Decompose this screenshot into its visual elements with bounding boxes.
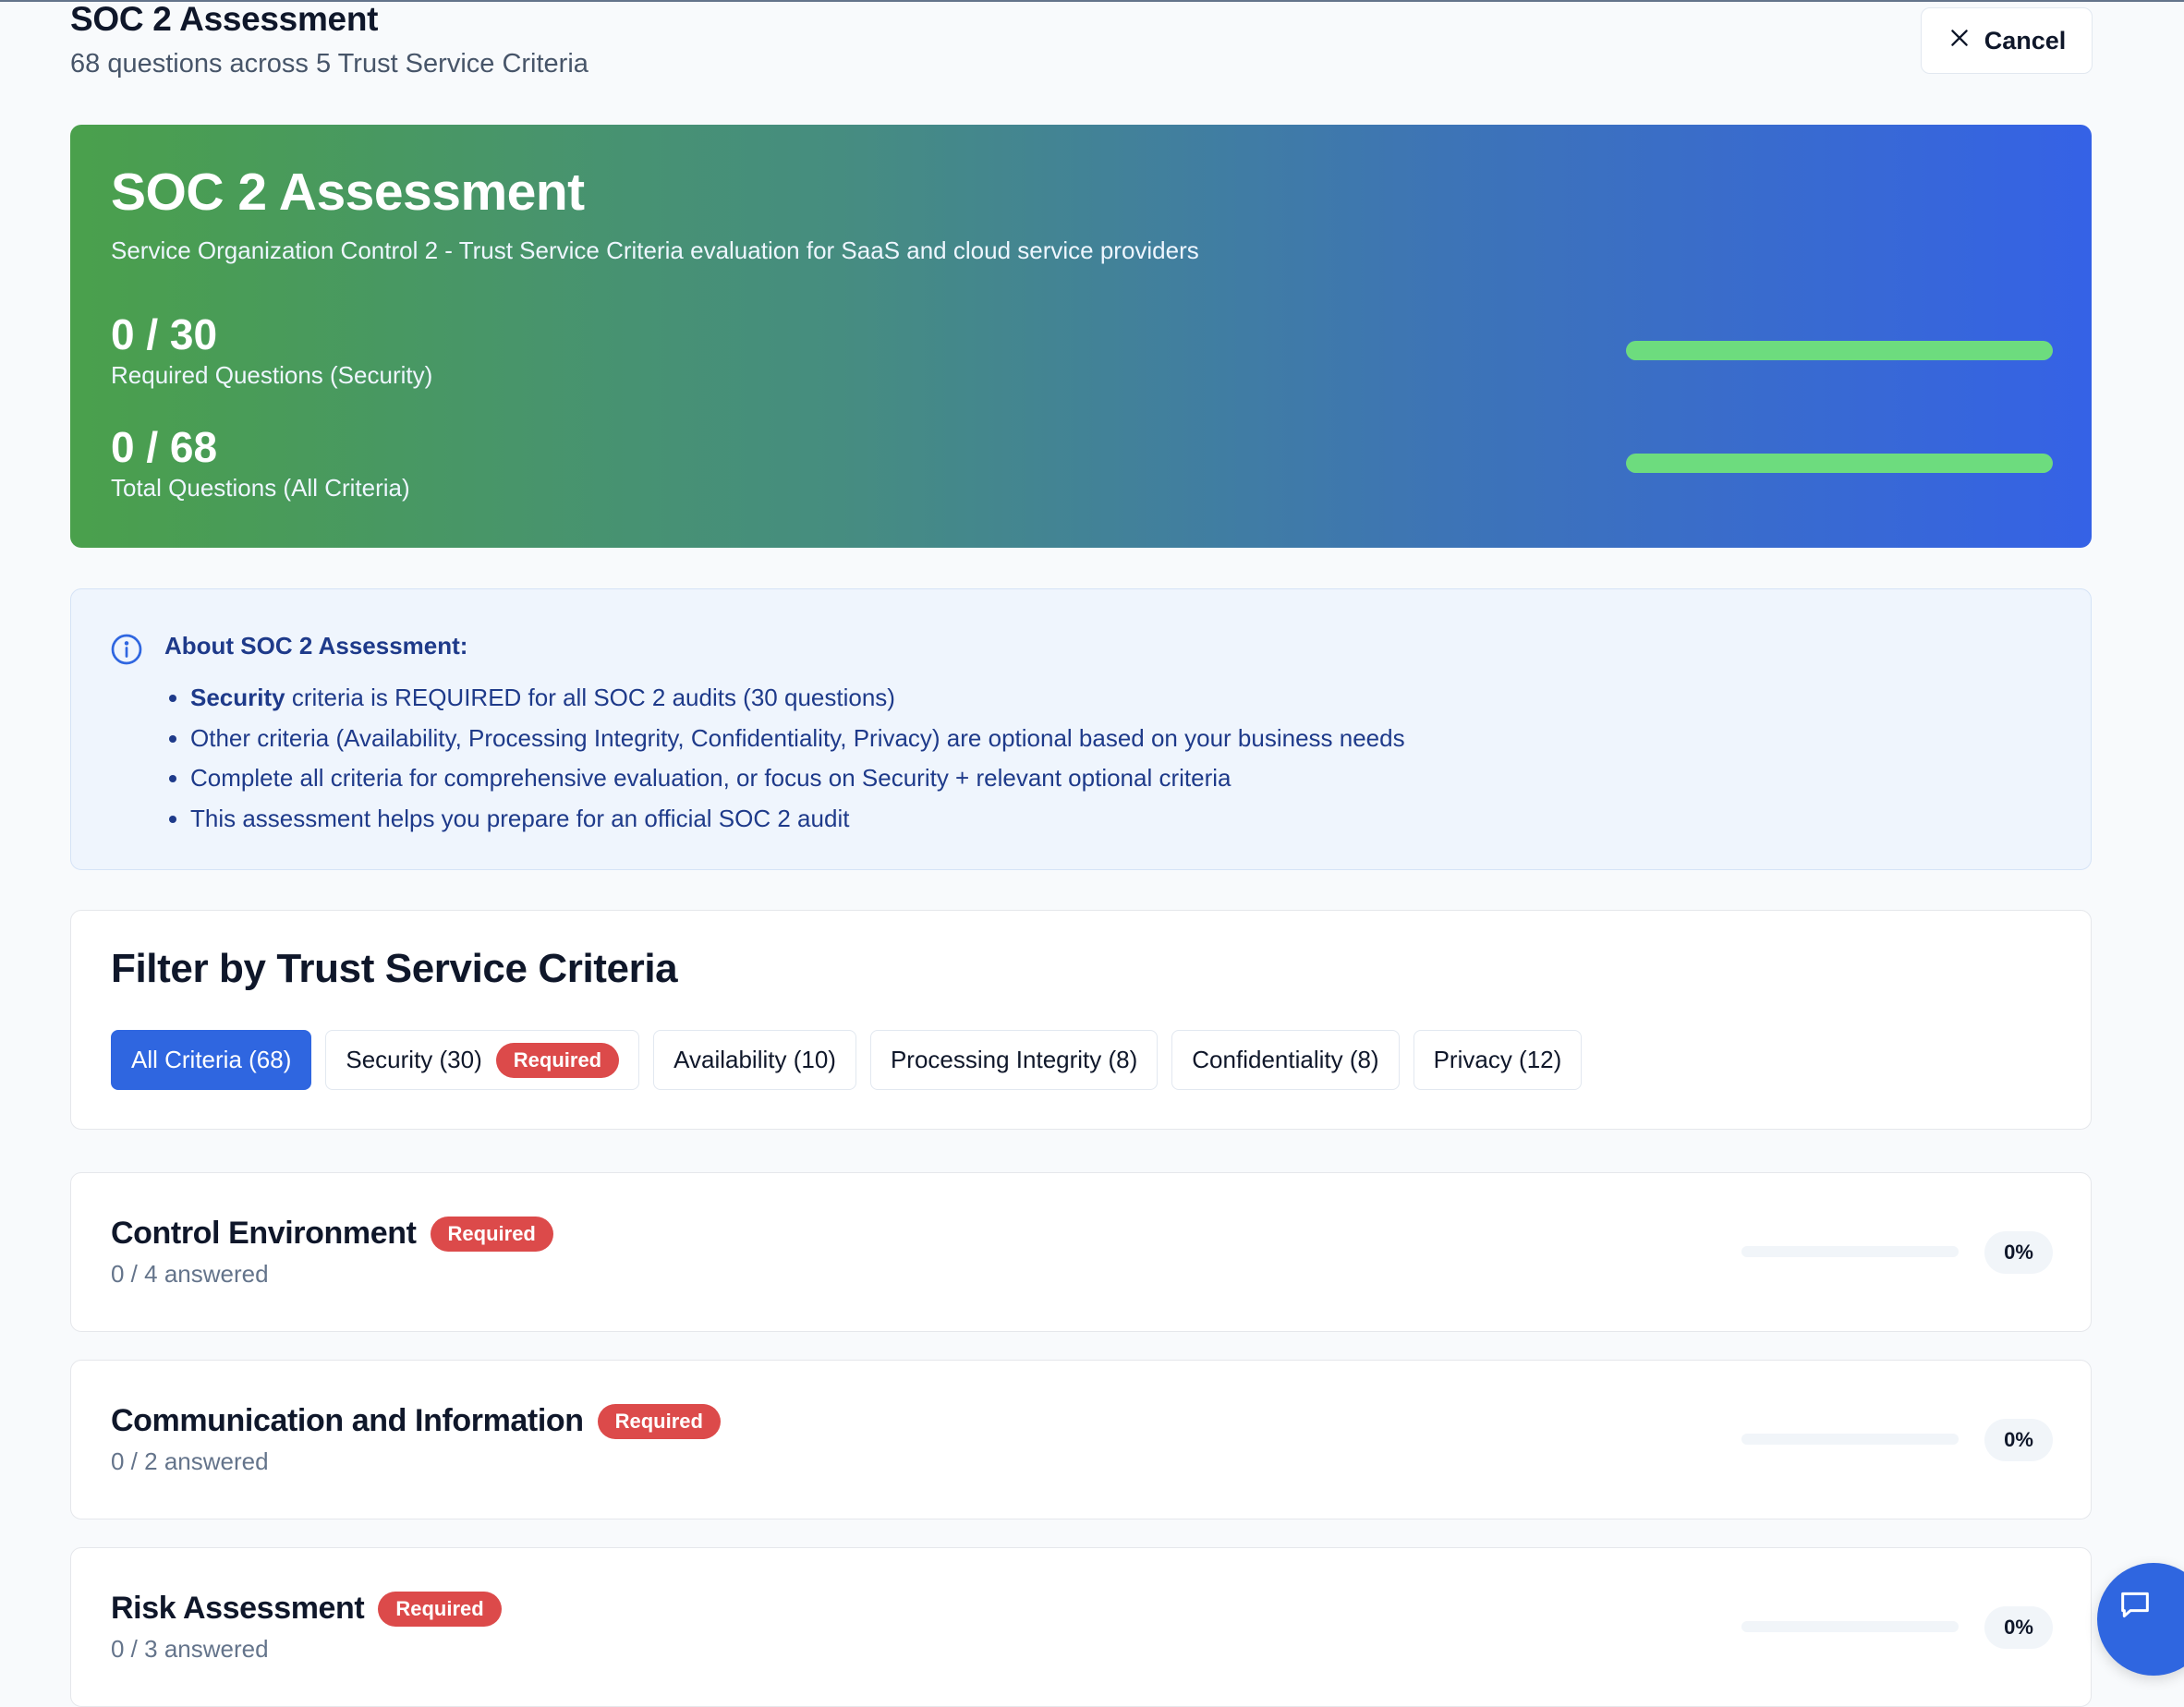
required-questions-progress-bar — [1626, 341, 2053, 360]
filter-chip-availability[interactable]: Availability (10) — [653, 1030, 856, 1090]
section-percent-badge: 0% — [1984, 1231, 2053, 1274]
info-list-item: Other criteria (Availability, Processing… — [190, 719, 1405, 759]
close-icon — [1947, 26, 1972, 56]
section-progress-bar — [1741, 1434, 1959, 1445]
assessment-hero-card: SOC 2 Assessment Service Organization Co… — [70, 125, 2092, 548]
filter-chip-label: Confidentiality (8) — [1192, 1046, 1379, 1073]
section-progress-bar — [1741, 1621, 1959, 1632]
required-questions-count: 0 / 30 — [111, 310, 218, 358]
filter-chip-label: All Criteria (68) — [131, 1046, 292, 1073]
filter-chip-label: Processing Integrity (8) — [890, 1046, 1138, 1073]
filter-chip-label: Privacy (12) — [1433, 1046, 1562, 1073]
section-percent-badge: 0% — [1984, 1419, 2053, 1461]
filter-chip-confidentiality[interactable]: Confidentiality (8) — [1171, 1030, 1400, 1090]
section-title: Control Environment — [111, 1216, 417, 1251]
filter-chip-label: Availability (10) — [673, 1046, 836, 1073]
cancel-button[interactable]: Cancel — [1921, 7, 2093, 74]
total-questions-progress-bar — [1626, 454, 2053, 473]
section-header: Risk Assessment Required — [111, 1591, 502, 1627]
section-control-environment[interactable]: Control Environment Required 0 / 4 answe… — [70, 1172, 2092, 1332]
info-list-item: Complete all criteria for comprehensive … — [190, 758, 1405, 799]
required-badge: Required — [378, 1591, 502, 1627]
required-badge: Required — [597, 1403, 721, 1439]
total-questions-count: 0 / 68 — [111, 423, 218, 471]
section-header: Control Environment Required — [111, 1216, 553, 1252]
section-risk-assessment[interactable]: Risk Assessment Required 0 / 3 answered … — [70, 1547, 2092, 1707]
section-communication-and-information[interactable]: Communication and Information Required 0… — [70, 1360, 2092, 1519]
total-questions-progress-fill — [1626, 454, 2053, 473]
cancel-button-label: Cancel — [1984, 26, 2067, 54]
filter-chip-all-criteria[interactable]: All Criteria (68) — [111, 1030, 312, 1090]
filter-chip-privacy[interactable]: Privacy (12) — [1413, 1030, 1583, 1090]
info-circle-icon — [110, 633, 143, 666]
about-info-box: About SOC 2 Assessment: Security criteri… — [70, 588, 2092, 870]
filter-chip-label: Security (30) — [346, 1046, 482, 1073]
required-badge: Required — [430, 1216, 553, 1252]
page-title: SOC 2 Assessment — [70, 0, 379, 38]
filter-chip-processing-integrity[interactable]: Processing Integrity (8) — [869, 1030, 1159, 1090]
section-answered-count: 0 / 3 answered — [111, 1635, 269, 1663]
section-title: Communication and Information — [111, 1403, 584, 1438]
info-item-text: Other criteria (Availability, Processing… — [190, 723, 1405, 752]
required-badge: Required — [495, 1042, 620, 1078]
section-percent-badge: 0% — [1984, 1606, 2053, 1649]
section-header: Communication and Information Required — [111, 1403, 721, 1439]
criteria-filter-card: Filter by Trust Service Criteria All Cri… — [70, 910, 2092, 1130]
filter-title: Filter by Trust Service Criteria — [111, 946, 678, 991]
info-list-item: Security criteria is REQUIRED for all SO… — [190, 678, 1405, 719]
info-item-text: Complete all criteria for comprehensive … — [190, 764, 1232, 792]
section-answered-count: 0 / 4 answered — [111, 1260, 269, 1288]
info-title: About SOC 2 Assessment: — [164, 632, 468, 660]
info-list: Security criteria is REQUIRED for all SO… — [164, 678, 1405, 839]
hero-title: SOC 2 Assessment — [111, 163, 585, 222]
required-questions-label: Required Questions (Security) — [111, 361, 433, 389]
page-subtitle: 68 questions across 5 Trust Service Crit… — [70, 49, 588, 79]
filter-chips: All Criteria (68) Security (30) Required… — [111, 1030, 1583, 1090]
total-questions-label: Total Questions (All Criteria) — [111, 474, 410, 502]
required-questions-progress-fill — [1626, 341, 2053, 360]
info-item-text: This assessment helps you prepare for an… — [190, 804, 850, 832]
info-item-text: criteria is REQUIRED for all SOC 2 audit… — [285, 684, 895, 711]
hero-description: Service Organization Control 2 - Trust S… — [111, 236, 1199, 264]
section-answered-count: 0 / 2 answered — [111, 1447, 269, 1475]
chat-button[interactable] — [2097, 1563, 2184, 1676]
filter-chip-security[interactable]: Security (30) Required — [325, 1030, 640, 1090]
section-title: Risk Assessment — [111, 1591, 365, 1626]
section-progress-bar — [1741, 1246, 1959, 1257]
info-item-bold: Security — [190, 684, 285, 711]
info-list-item: This assessment helps you prepare for an… — [190, 799, 1405, 840]
